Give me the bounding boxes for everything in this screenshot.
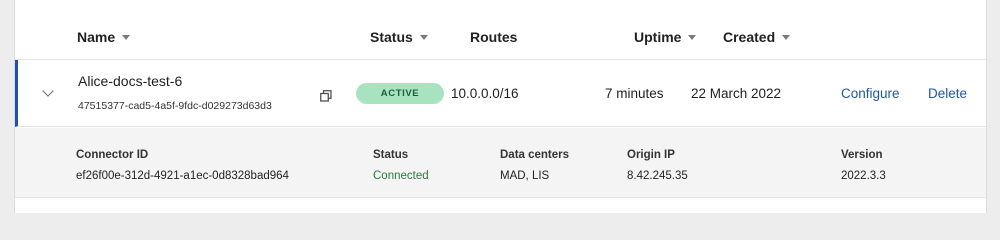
tunnels-table: Name Status Routes Uptime Created Alice-…	[14, 0, 987, 213]
column-header-name[interactable]: Name	[77, 29, 131, 45]
column-header-created[interactable]: Created	[723, 29, 791, 45]
version-value: 2022.3.3	[841, 170, 886, 182]
chevron-down-icon[interactable]	[42, 85, 54, 97]
column-header-name-label: Name	[77, 29, 116, 45]
connector-id-value: ef26f00e-312d-4921-a1ec-0d8328bad964	[76, 170, 289, 182]
sort-caret-down-icon[interactable]	[688, 35, 697, 40]
column-header-routes-label: Routes	[470, 29, 518, 45]
delete-link[interactable]: Delete	[928, 86, 967, 101]
column-header-uptime[interactable]: Uptime	[634, 29, 697, 45]
status-badge: ACTIVE	[356, 83, 444, 104]
uptime-value: 7 minutes	[605, 86, 664, 101]
connector-status-label: Status	[373, 149, 409, 161]
routes-value: 10.0.0.0/16	[451, 86, 519, 101]
origin-ip-label: Origin IP	[627, 149, 675, 161]
connector-status-value: Connected	[373, 170, 429, 182]
origin-ip-value: 8.42.245.35	[627, 170, 688, 182]
data-centers-label: Data centers	[500, 149, 570, 161]
sort-caret-down-icon[interactable]	[782, 35, 791, 40]
column-header-status-label: Status	[370, 29, 413, 45]
tunnel-name: Alice-docs-test-6	[78, 73, 183, 89]
connector-details: Connector ID ef26f00e-312d-4921-a1ec-0d8…	[15, 128, 986, 198]
copy-icon[interactable]	[320, 89, 332, 102]
column-header-uptime-label: Uptime	[634, 29, 682, 45]
tunnel-id: 47515377-cad5-4a5f-9fdc-d029273d63d3	[78, 100, 272, 112]
sort-caret-down-icon[interactable]	[122, 35, 131, 40]
data-centers-value: MAD, LIS	[500, 170, 550, 182]
connector-id-label: Connector ID	[76, 149, 149, 161]
created-value: 22 March 2022	[691, 86, 782, 101]
column-header-status[interactable]: Status	[370, 29, 428, 45]
table-row[interactable]: Alice-docs-test-6 47515377-cad5-4a5f-9fd…	[15, 60, 986, 127]
table-header: Name Status Routes Uptime Created	[15, 0, 986, 60]
version-label: Version	[841, 149, 883, 161]
sort-caret-down-icon[interactable]	[419, 35, 428, 40]
column-header-routes: Routes	[470, 29, 517, 45]
configure-link[interactable]: Configure	[841, 86, 900, 101]
column-header-created-label: Created	[723, 29, 776, 45]
